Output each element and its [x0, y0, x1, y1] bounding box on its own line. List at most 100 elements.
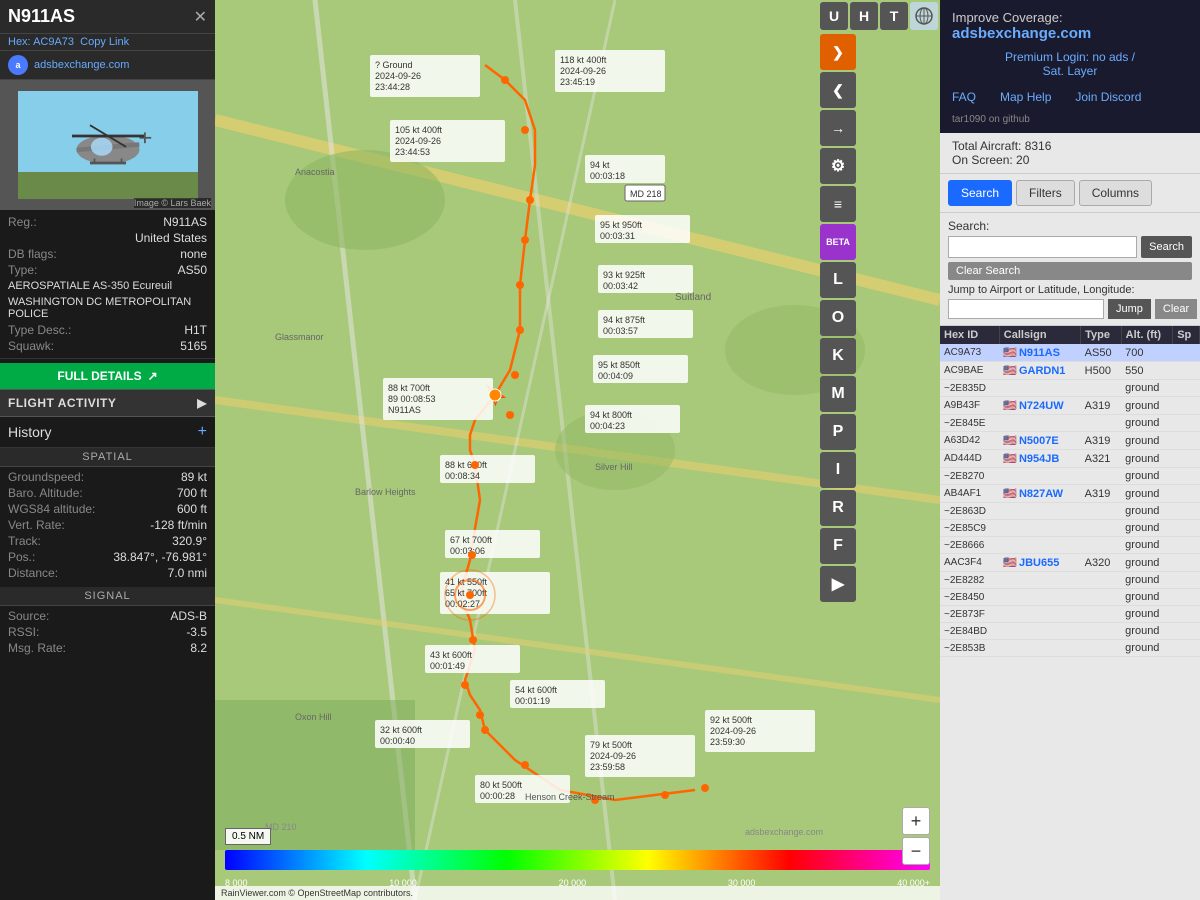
table-row[interactable]: ~2E84BDground [940, 623, 1200, 640]
callsign-cell: 🇺🇸N5007E [999, 432, 1080, 449]
table-row[interactable]: A63D42🇺🇸N5007EA319ground [940, 432, 1200, 450]
map-letter-I[interactable]: I [820, 452, 856, 488]
col-alt[interactable]: Alt. (ft) [1121, 326, 1173, 344]
tab-filters[interactable]: Filters [1016, 180, 1075, 206]
speed-cell [1173, 520, 1200, 537]
zoom-out-button[interactable]: − [902, 837, 930, 865]
tab-search[interactable]: Search [948, 180, 1012, 206]
alt-cell: ground [1121, 468, 1173, 485]
reg-value: N911AS [163, 215, 207, 229]
col-callsign[interactable]: Callsign [999, 326, 1080, 344]
table-row[interactable]: ~2E853Bground [940, 640, 1200, 657]
svg-text:118 kt 400ft: 118 kt 400ft [560, 55, 607, 65]
history-button[interactable]: History + [0, 417, 215, 448]
hex-label: Hex: AC9A73 [8, 36, 74, 48]
faq-link[interactable]: FAQ [952, 90, 976, 104]
svg-text:43 kt 600ft: 43 kt 600ft [430, 650, 473, 660]
adsb-link[interactable]: a adsbexchange.com [0, 51, 215, 80]
jump-input[interactable] [948, 299, 1104, 319]
alt-cell: ground [1121, 503, 1173, 520]
jump-input-row: Jump Clear [948, 299, 1192, 319]
col-speed[interactable]: Sp [1173, 326, 1200, 344]
hex-cell: ~2E845E [940, 415, 999, 432]
clear-button[interactable]: Clear [1155, 299, 1197, 319]
login-button[interactable]: → [820, 110, 856, 146]
search-input[interactable] [948, 236, 1137, 258]
table-row[interactable]: ~2E835Dground [940, 380, 1200, 397]
table-row[interactable]: ~2E85C9ground [940, 520, 1200, 537]
type-cell [1081, 537, 1122, 554]
speed-cell [1173, 397, 1200, 415]
map-letter-L[interactable]: L [820, 262, 856, 298]
hex-cell: ~2E873F [940, 606, 999, 623]
map-letter-O[interactable]: O [820, 300, 856, 336]
tab-columns[interactable]: Columns [1079, 180, 1152, 206]
table-row[interactable]: ~2E8270ground [940, 468, 1200, 485]
zoom-in-button[interactable]: + [902, 807, 930, 835]
map-attribution: RainViewer.com © OpenStreetMap contribut… [215, 886, 940, 900]
map-letter-P[interactable]: P [820, 414, 856, 450]
map-expand-right[interactable]: ❯ [820, 34, 856, 70]
full-details-button[interactable]: FULL DETAILS ↗ [0, 363, 215, 389]
globe-icon [914, 6, 934, 26]
map-letter-M[interactable]: M [820, 376, 856, 412]
table-row[interactable]: ~2E873Fground [940, 606, 1200, 623]
flight-activity-button[interactable]: FLIGHT ACTIVITY ▶ [0, 389, 215, 417]
premium-login[interactable]: Premium Login: no ads /Sat. Layer [952, 50, 1188, 78]
map-help-link[interactable]: Map Help [1000, 90, 1051, 104]
map-letter-F[interactable]: F [820, 528, 856, 564]
map-letter-K[interactable]: K [820, 338, 856, 374]
svg-text:Glassmanor: Glassmanor [275, 332, 324, 342]
col-type[interactable]: Type [1081, 326, 1122, 344]
aircraft-info: Reg.: N911AS United States DB flags: non… [0, 210, 215, 359]
hex-cell: AC9A73 [940, 344, 999, 362]
table-row[interactable]: AD444D🇺🇸N954JBA321ground [940, 450, 1200, 468]
join-discord-link[interactable]: Join Discord [1075, 90, 1141, 104]
beta-button[interactable]: BETA [820, 224, 856, 260]
table-row[interactable]: A9B43F🇺🇸N724UWA319ground [940, 397, 1200, 415]
improve-link[interactable]: adsbexchange.com [952, 25, 1091, 42]
rp-github[interactable]: tar1090 on github [940, 112, 1200, 133]
jump-button[interactable]: Jump [1108, 299, 1151, 319]
map-globe-button[interactable] [910, 2, 938, 30]
table-row[interactable]: ~2E845Eground [940, 415, 1200, 432]
table-row[interactable]: AAC3F4🇺🇸JBU655A320ground [940, 554, 1200, 572]
map-expand-left[interactable]: ❮ [820, 72, 856, 108]
callsign-cell [999, 520, 1080, 524]
map-mode-H[interactable]: H [850, 2, 878, 30]
map-letter-R[interactable]: R [820, 490, 856, 526]
type-cell [1081, 520, 1122, 537]
clear-search-button[interactable]: Clear Search [948, 262, 1192, 280]
svg-text:00:04:09: 00:04:09 [598, 371, 633, 381]
flag-icon: 🇺🇸 [1003, 487, 1017, 500]
map-mode-U[interactable]: U [820, 2, 848, 30]
table-row[interactable]: ~2E8666ground [940, 537, 1200, 554]
svg-text:23:59:30: 23:59:30 [710, 737, 745, 747]
svg-text:23:45:19: 23:45:19 [560, 77, 595, 87]
aircraft-table-wrap[interactable]: Hex ID Callsign Type Alt. (ft) Sp AC9A73… [940, 326, 1200, 900]
speed-cell [1173, 362, 1200, 380]
col-hex[interactable]: Hex ID [940, 326, 999, 344]
search-button[interactable]: Search [1141, 236, 1192, 258]
squawk-row: Squawk: 5165 [0, 338, 215, 354]
replay-button[interactable]: ▶ [820, 566, 856, 602]
speed-cell [1173, 589, 1200, 606]
table-row[interactable]: ~2E8450ground [940, 589, 1200, 606]
map-area[interactable]: 118 kt 400ft 2024-09-26 23:45:19 ? Groun… [215, 0, 940, 900]
speed-cell [1173, 415, 1200, 432]
table-row[interactable]: AC9BAE🇺🇸GARDN1H500550 [940, 362, 1200, 380]
close-button[interactable]: ✕ [194, 7, 207, 27]
table-row[interactable]: ~2E863Dground [940, 503, 1200, 520]
map-mode-T[interactable]: T [880, 2, 908, 30]
copy-link[interactable]: Copy Link [80, 36, 129, 48]
svg-text:2024-09-26: 2024-09-26 [710, 726, 756, 736]
table-row[interactable]: AC9A73🇺🇸N911ASAS50700 [940, 344, 1200, 362]
layers-button[interactable]: ≡ [820, 186, 856, 222]
table-row[interactable]: AB4AF1🇺🇸N827AWA319ground [940, 485, 1200, 503]
spatial-header: SPATIAL [0, 448, 215, 467]
table-row[interactable]: ~2E8282ground [940, 572, 1200, 589]
beta-btn-wrap: BETA [820, 224, 938, 260]
svg-text:00:00:40: 00:00:40 [380, 736, 415, 746]
svg-text:54 kt 600ft: 54 kt 600ft [515, 685, 558, 695]
settings-button[interactable]: ⚙ [820, 148, 856, 184]
